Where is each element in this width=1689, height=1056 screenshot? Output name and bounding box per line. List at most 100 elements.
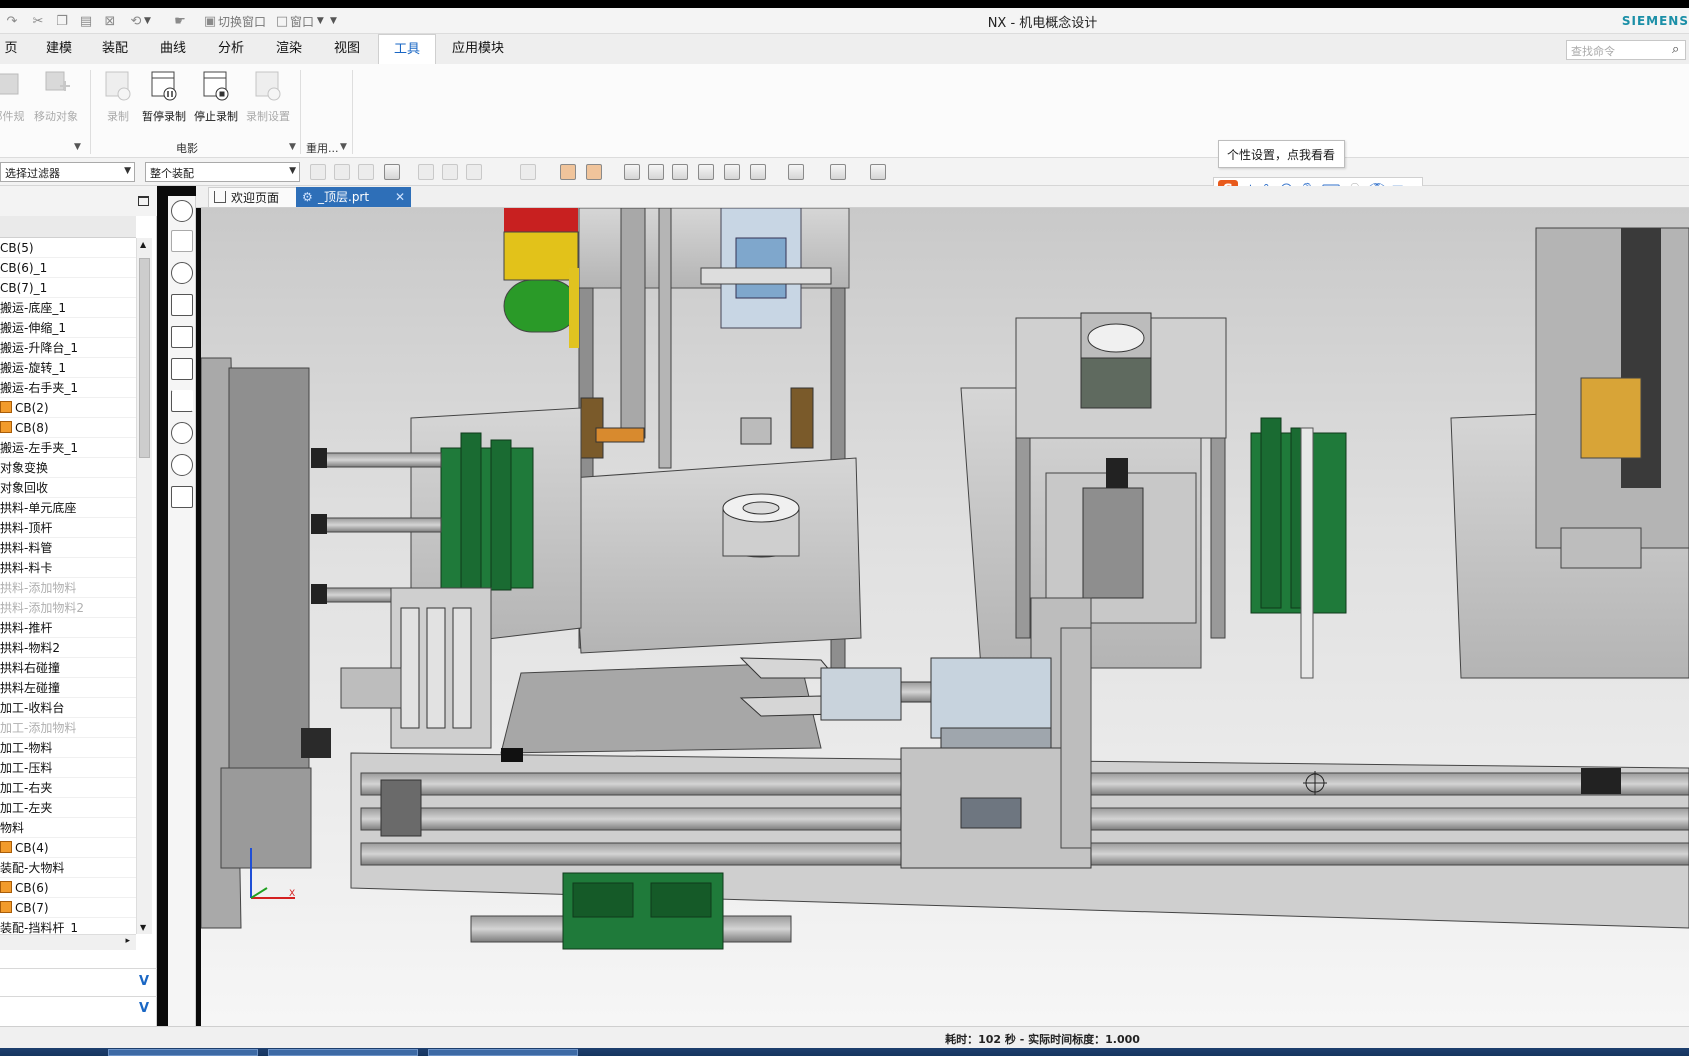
tab-home[interactable]: 页	[0, 34, 22, 64]
navigator-item[interactable]: 拱料-添加物料	[0, 578, 136, 598]
sensor-icon[interactable]	[171, 358, 193, 380]
navigator-item[interactable]: CB(6)	[0, 878, 136, 898]
tab-top-level-part[interactable]: ⚙ _顶层.prt ✕	[296, 187, 411, 207]
stack-light[interactable]	[503, 208, 579, 348]
part-button[interactable]: 部件规	[0, 68, 34, 124]
maximize-icon[interactable]	[138, 196, 149, 206]
save-icon[interactable]	[171, 294, 193, 316]
view-orient-icon[interactable]	[724, 164, 740, 180]
snap-end-icon[interactable]	[442, 164, 458, 180]
navigator-item[interactable]: 搬运-左手夹_1	[0, 438, 136, 458]
assembly-navigator-icon[interactable]	[171, 230, 193, 252]
selection-filter-select[interactable]: 选择过滤器 ▼	[0, 162, 135, 182]
navigator-item[interactable]: CB(5)	[0, 238, 136, 258]
snap-center-icon[interactable]	[520, 164, 536, 180]
navigator-item[interactable]: 对象回收	[0, 478, 136, 498]
station-center-frame[interactable]	[570, 208, 862, 669]
navigator-item[interactable]: 拱料右碰撞	[0, 658, 136, 678]
graphics-viewport[interactable]: X	[201, 208, 1689, 1026]
pause-record-button[interactable]: 暂停录制	[138, 68, 190, 124]
navigator-item[interactable]: 搬运-旋转_1	[0, 358, 136, 378]
constraint-icon[interactable]	[171, 326, 193, 348]
tab-assembly[interactable]: 装配	[94, 34, 136, 64]
navigator-item[interactable]: 拱料-料管	[0, 538, 136, 558]
navigator-item[interactable]: 加工-右夹	[0, 778, 136, 798]
navigator-item[interactable]: 加工-压料	[0, 758, 136, 778]
navigator-item[interactable]: 搬运-升降台_1	[0, 338, 136, 358]
record-button[interactable]: 录制	[92, 68, 144, 124]
command-search-input[interactable]: 查找命令	[1566, 40, 1686, 60]
play-icon[interactable]	[171, 262, 193, 284]
navigator-item[interactable]: 加工-左夹	[0, 798, 136, 818]
navigator-horizontal-scrollbar[interactable]: ▸	[0, 934, 136, 950]
navigator-item[interactable]: 拱料-料卡	[0, 558, 136, 578]
navigator-item[interactable]: 加工-收料台	[0, 698, 136, 718]
stop-simulation-icon[interactable]	[171, 200, 193, 222]
snap-mid-icon[interactable]	[466, 164, 482, 180]
navigator-item[interactable]: 拱料-推杆	[0, 618, 136, 638]
expand-section-chevron-icon[interactable]: V	[136, 974, 152, 989]
orange-box-icon[interactable]	[560, 164, 576, 180]
navigator-scroll-thumb[interactable]	[139, 258, 150, 458]
taskbar-item[interactable]	[428, 1049, 578, 1056]
navigator-item[interactable]: CB(7)	[0, 898, 136, 918]
selection-scope-icon[interactable]	[384, 164, 400, 180]
expand-section-chevron-icon[interactable]: V	[136, 1001, 152, 1016]
tab-render[interactable]: 渲染	[268, 34, 310, 64]
tab-curve[interactable]: 曲线	[152, 34, 194, 64]
filter-icon[interactable]	[358, 164, 374, 180]
navigator-item[interactable]: 搬运-右手夹_1	[0, 378, 136, 398]
close-icon[interactable]: ✕	[395, 187, 405, 207]
navigator-item[interactable]: CB(8)	[0, 418, 136, 438]
scroll-right-icon[interactable]: ▸	[125, 936, 130, 946]
movie-group-options-icon[interactable]: ▼	[289, 142, 296, 152]
move-object-button[interactable]: 移动对象	[30, 68, 82, 124]
taskbar-item[interactable]	[108, 1049, 258, 1056]
step-forward-icon[interactable]	[171, 454, 193, 476]
assembly-scope-select[interactable]: 整个装配 ▼	[145, 162, 300, 182]
history-icon[interactable]	[171, 486, 193, 508]
group-options-icon[interactable]: ▼	[74, 142, 81, 152]
stop-record-button[interactable]: 停止录制	[190, 68, 242, 124]
render-style-icon[interactable]	[830, 164, 846, 180]
show-hide-icon[interactable]	[870, 164, 886, 180]
angle-icon[interactable]	[171, 390, 193, 412]
navigator-item[interactable]: 拱料-物料2	[0, 638, 136, 658]
tab-view[interactable]: 视图	[326, 34, 368, 64]
pause-icon[interactable]	[171, 422, 193, 444]
navigator-item[interactable]: CB(4)	[0, 838, 136, 858]
navigator-item[interactable]: 加工-物料	[0, 738, 136, 758]
tab-welcome-page[interactable]: 欢迎页面	[208, 187, 298, 207]
navigator-item[interactable]: 拱料-顶杆	[0, 518, 136, 538]
section-view-icon[interactable]	[750, 164, 766, 180]
fit-view-icon[interactable]	[624, 164, 640, 180]
navigator-item[interactable]: 加工-添加物料	[0, 718, 136, 738]
feature-select-icon[interactable]	[334, 164, 350, 180]
record-settings-button[interactable]: 录制设置	[242, 68, 294, 124]
tab-tools[interactable]: 工具	[378, 34, 436, 64]
navigator-item[interactable]: 搬运-伸缩_1	[0, 318, 136, 338]
navigator-item[interactable]: 搬运-底座_1	[0, 298, 136, 318]
select-all-icon[interactable]	[310, 164, 326, 180]
navigator-item[interactable]: 物料	[0, 818, 136, 838]
layer-icon[interactable]	[788, 164, 804, 180]
scroll-up-icon[interactable]: ▲	[140, 240, 146, 249]
taskbar-item[interactable]	[268, 1049, 418, 1056]
navigator-item[interactable]: 拱料-添加物料2	[0, 598, 136, 618]
scroll-down-icon[interactable]: ▼	[140, 923, 146, 932]
search-icon[interactable]: ⌕	[1672, 42, 1679, 57]
navigator-item[interactable]: 装配-大物料	[0, 858, 136, 878]
navigator-item[interactable]: 拱料左碰撞	[0, 678, 136, 698]
tab-analysis[interactable]: 分析	[210, 34, 252, 64]
navigator-item[interactable]: CB(7)_1	[0, 278, 136, 298]
navigator-item[interactable]: 装配-挡料杆_1	[0, 918, 136, 934]
tab-applications[interactable]: 应用模块	[444, 34, 512, 64]
utility-group-options-icon[interactable]: ▼	[340, 142, 347, 152]
station-far-right[interactable]	[1450, 227, 1689, 679]
machine-model-scene[interactable]: X	[201, 208, 1689, 1026]
navigator-item[interactable]: CB(6)_1	[0, 258, 136, 278]
rotate-view-icon[interactable]	[672, 164, 688, 180]
shaded-cube-icon[interactable]	[698, 164, 714, 180]
tab-modeling[interactable]: 建模	[38, 34, 80, 64]
orange-cube-icon[interactable]	[586, 164, 602, 180]
